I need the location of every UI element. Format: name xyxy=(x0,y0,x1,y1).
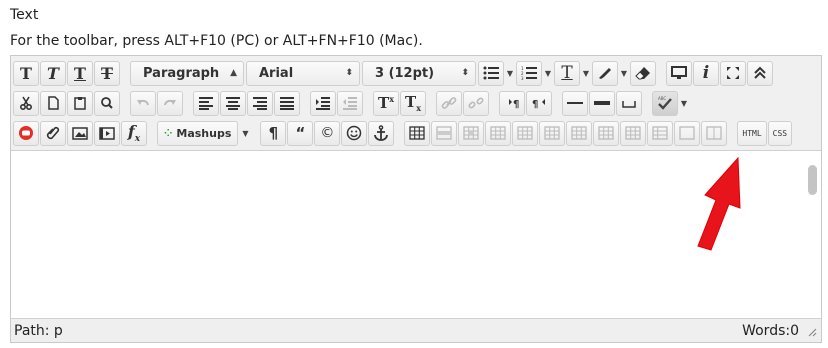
rtl-direction-icon[interactable]: ¶ xyxy=(526,90,552,116)
cut-scissors-icon[interactable] xyxy=(13,90,39,116)
delete-row-icon[interactable] xyxy=(539,120,566,146)
redo-icon[interactable] xyxy=(157,90,183,116)
insert-column-after-icon[interactable] xyxy=(593,120,620,146)
size-select[interactable]: 3 (12pt) ⬍ xyxy=(362,60,476,86)
svg-text:¶: ¶ xyxy=(532,99,538,109)
spellcheck-icon[interactable]: ABC xyxy=(652,90,678,116)
media-film-icon[interactable] xyxy=(94,120,120,146)
table-split-column-icon[interactable] xyxy=(701,120,728,146)
align-justify-icon[interactable] xyxy=(274,90,300,116)
blockquote-icon[interactable]: “ xyxy=(287,120,314,146)
mashups-icon: ⁘ xyxy=(164,127,173,139)
attach-paperclip-icon[interactable] xyxy=(40,120,66,146)
red-arrow-annotation-icon xyxy=(697,156,741,251)
undo-icon[interactable] xyxy=(130,90,156,116)
superscript-icon[interactable]: Tx xyxy=(373,90,399,116)
vertical-scrollbar-thumb[interactable] xyxy=(808,165,817,195)
field-label: Text xyxy=(10,7,39,23)
highlight-marker-icon[interactable] xyxy=(592,60,618,86)
font-select-value: Arial xyxy=(259,65,294,81)
format-select[interactable]: Paragraph ▲ xyxy=(130,60,244,86)
insert-column-before-icon[interactable] xyxy=(566,120,593,146)
copyright-symbol-icon[interactable]: © xyxy=(314,120,341,146)
editor-status-bar: Path: p Words:0 xyxy=(11,318,821,342)
toolbar-hint: For the toolbar, press ALT+F10 (PC) or A… xyxy=(10,33,423,49)
horizontal-line-icon[interactable] xyxy=(562,90,588,116)
math-function-icon[interactable]: fx xyxy=(121,120,147,146)
align-left-icon[interactable] xyxy=(193,90,219,116)
emoticon-smiley-icon[interactable] xyxy=(341,120,368,146)
mashups-label: Mashups xyxy=(176,126,232,140)
svg-text:3: 3 xyxy=(521,76,524,80)
chevron-down-icon[interactable]: ▼ xyxy=(240,121,250,146)
subscript-icon[interactable]: Tx xyxy=(400,90,426,116)
text-style-underline-icon[interactable]: T xyxy=(67,60,93,86)
css-button[interactable]: CSS xyxy=(767,120,793,146)
split-cells-icon[interactable] xyxy=(647,120,674,146)
mashups-menu-button[interactable]: ⁘ Mashups xyxy=(157,120,239,146)
text-style-strikethrough-icon[interactable]: T xyxy=(94,60,120,86)
ltr-direction-icon[interactable]: ¶ xyxy=(499,90,525,116)
toolbar-row-3: fx ⁘ Mashups ▼ ¶ “ © HTML CSS xyxy=(13,118,821,148)
path-indicator: Path: p xyxy=(14,322,63,339)
table-cell-properties-icon[interactable] xyxy=(458,120,485,146)
collapse-toolbar-icon[interactable] xyxy=(747,60,773,86)
chevron-down-icon[interactable]: ▼ xyxy=(543,61,553,86)
indent-icon[interactable] xyxy=(310,90,336,116)
text-color-icon[interactable]: T xyxy=(554,60,580,86)
eraser-icon[interactable] xyxy=(630,60,656,86)
youtube-icon[interactable] xyxy=(13,120,39,146)
chevron-down-icon[interactable]: ▼ xyxy=(581,61,591,86)
preview-monitor-icon[interactable] xyxy=(666,60,692,86)
insert-table-icon[interactable] xyxy=(404,120,431,146)
font-select[interactable]: Arial ⬍ xyxy=(246,60,360,86)
non-breaking-space-icon[interactable] xyxy=(616,90,642,116)
editor-toolbar: T T T T Paragraph ▲ Arial ⬍ 3 (12pt) ⬍ ▼… xyxy=(11,56,821,151)
insert-row-after-icon[interactable] xyxy=(512,120,539,146)
text-style-italic-icon[interactable]: T xyxy=(40,60,66,86)
chevron-down-icon[interactable]: ▼ xyxy=(505,61,515,86)
outdent-icon[interactable] xyxy=(337,90,363,116)
resize-grip-icon[interactable] xyxy=(805,325,817,337)
svg-text:ABC: ABC xyxy=(658,96,666,101)
svg-text:¶: ¶ xyxy=(513,99,519,109)
numbered-list-icon[interactable]: 123 xyxy=(516,60,542,86)
image-icon[interactable] xyxy=(67,120,93,146)
copy-icon[interactable] xyxy=(40,90,66,116)
link-icon[interactable] xyxy=(436,90,462,116)
align-center-icon[interactable] xyxy=(220,90,246,116)
paste-clipboard-icon[interactable] xyxy=(67,90,93,116)
size-select-value: 3 (12pt) xyxy=(375,65,435,81)
insert-row-before-icon[interactable] xyxy=(485,120,512,146)
delete-column-icon[interactable] xyxy=(620,120,647,146)
thick-horizontal-line-icon[interactable] xyxy=(589,90,615,116)
format-select-value: Paragraph xyxy=(143,65,220,81)
info-icon[interactable]: i xyxy=(693,60,719,86)
find-magnifier-icon[interactable] xyxy=(94,90,120,116)
toolbar-row-2: Tx Tx ¶ ¶ ABC ▼ xyxy=(13,88,821,118)
unlink-icon[interactable] xyxy=(463,90,489,116)
html-source-button[interactable]: HTML xyxy=(737,120,767,146)
chevron-updown-icon: ⬍ xyxy=(345,68,353,78)
text-style-bold-serif-icon[interactable]: T xyxy=(13,60,39,86)
chevron-updown-icon: ▲ xyxy=(230,68,237,78)
toolbar-row-1: T T T T Paragraph ▲ Arial ⬍ 3 (12pt) ⬍ ▼… xyxy=(13,58,821,88)
merge-cells-icon[interactable] xyxy=(674,120,701,146)
chevron-updown-icon: ⬍ xyxy=(461,68,469,78)
bulleted-list-icon[interactable] xyxy=(478,60,504,86)
chevron-down-icon[interactable]: ▼ xyxy=(679,91,689,116)
anchor-icon[interactable] xyxy=(368,120,395,146)
table-row-properties-icon[interactable] xyxy=(431,120,458,146)
fullscreen-icon[interactable] xyxy=(720,60,746,86)
word-count: Words:0 xyxy=(742,322,799,339)
align-right-icon[interactable] xyxy=(247,90,273,116)
paragraph-mark-icon[interactable]: ¶ xyxy=(260,120,287,146)
chevron-down-icon[interactable]: ▼ xyxy=(619,61,629,86)
